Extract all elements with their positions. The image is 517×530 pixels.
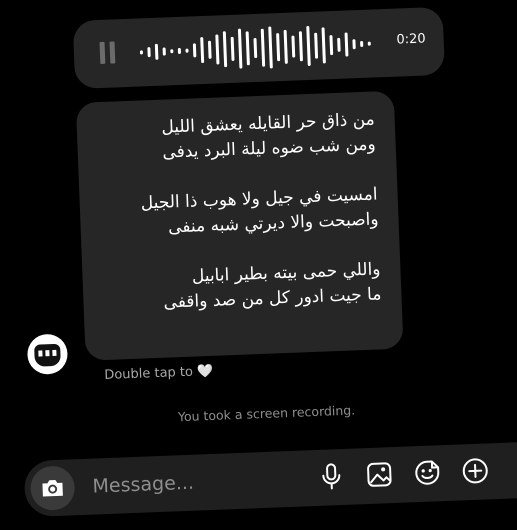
pause-icon[interactable] — [99, 41, 117, 64]
more-button[interactable] — [460, 455, 491, 486]
double-tap-hint: Double tap to 🤍 — [104, 364, 214, 383]
plus-icon — [462, 458, 488, 484]
avatar[interactable] — [26, 333, 69, 375]
voice-duration: 0:20 — [396, 31, 426, 48]
avatar-face — [34, 343, 61, 367]
message-bubble[interactable]: من ذاق حر القايله يعشق الليل ومن شب ضوه … — [75, 90, 404, 361]
hint-text: Double tap to — [104, 364, 194, 384]
gallery-button[interactable] — [364, 459, 395, 490]
sticker-button[interactable] — [412, 457, 443, 488]
microphone-button[interactable] — [316, 461, 347, 492]
message-text: من ذاق حر القايله يعشق الليل ومن شب ضوه … — [140, 109, 382, 313]
voice-message-bubble[interactable]: 0:20 — [72, 6, 446, 89]
sticker-icon — [415, 460, 440, 485]
screen-recording-notice: You took a screen recording. — [177, 402, 356, 425]
microphone-icon — [322, 463, 341, 490]
waveform — [139, 25, 371, 69]
camera-icon — [42, 480, 63, 497]
message-input[interactable] — [89, 462, 296, 503]
heart-icon: 🤍 — [196, 363, 214, 380]
message-composer — [23, 441, 517, 518]
camera-button[interactable] — [29, 465, 76, 511]
gallery-icon — [367, 462, 392, 487]
chat-thread: 0:20 من ذاق حر القايله يعشق الليل ومن شب… — [0, 0, 517, 530]
